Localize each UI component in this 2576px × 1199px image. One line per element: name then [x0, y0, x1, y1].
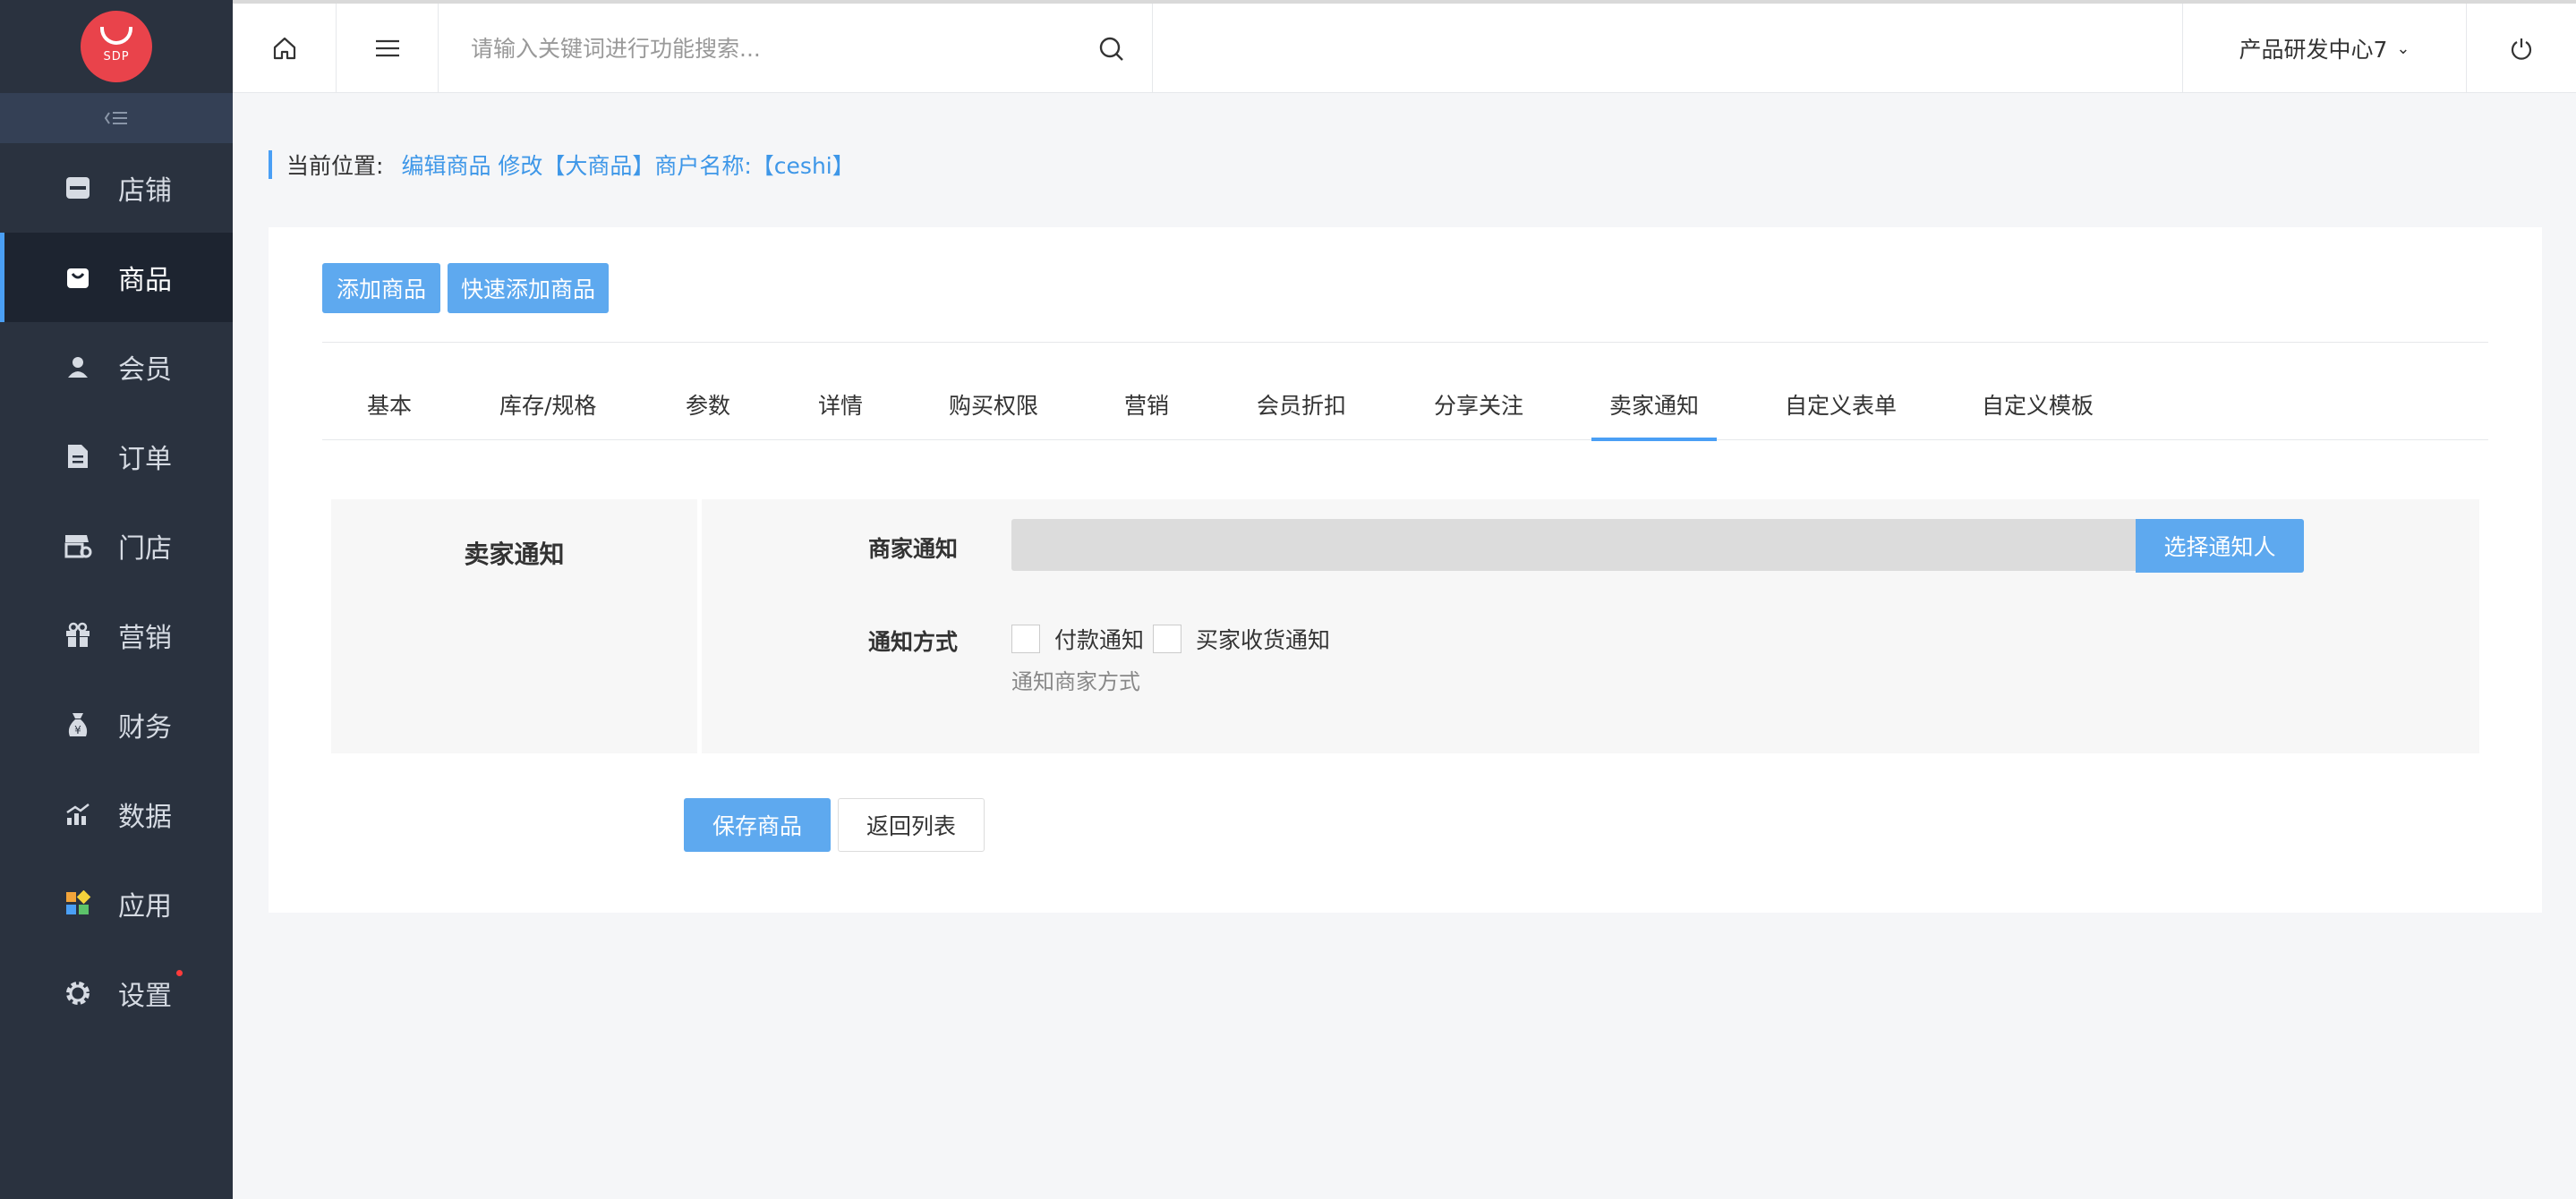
tab-purchase-permission[interactable]: 购买权限 [949, 385, 1038, 440]
document-icon [63, 441, 93, 472]
notify-method-hint: 通知商家方式 [1011, 669, 1140, 694]
section-title-text: 卖家通知 [464, 540, 565, 569]
sidebar: SDP 店铺 商品 会员 订单 门店 营销 ¥ 财务 数据 应用 设置 [0, 0, 233, 1199]
payment-notify-label[interactable]: 付款通知 [1054, 623, 1144, 655]
chart-icon [63, 799, 93, 829]
receipt-notify-checkbox[interactable] [1153, 625, 1182, 653]
sidebar-item-orders[interactable]: 订单 [0, 412, 233, 501]
sidebar-item-products[interactable]: 商品 [0, 233, 233, 322]
logo-area: SDP [0, 0, 233, 93]
sidebar-item-label: 会员 [118, 354, 172, 386]
merchant-notify-label: 商家通知 [867, 536, 958, 562]
breadcrumb-label: 当前位置: [286, 153, 384, 179]
search-input[interactable] [471, 35, 1079, 62]
add-product-button[interactable]: 添加商品 [322, 263, 440, 313]
sidebar-item-members[interactable]: 会员 [0, 322, 233, 412]
sidebar-item-stores[interactable]: 门店 [0, 501, 233, 591]
sidebar-item-store[interactable]: 店铺 [0, 143, 233, 233]
sidebar-item-label: 设置 [118, 970, 183, 1013]
save-product-button[interactable]: 保存商品 [684, 798, 831, 852]
sidebar-item-label: 门店 [118, 533, 172, 565]
money-bag-icon: ¥ [63, 710, 93, 740]
home-icon [273, 37, 295, 60]
bag-icon [63, 262, 93, 293]
seller-notify-form: 卖家通知 商家通知 选择通知人 通知方式 付款通知 买家收货通知 通知商家方式 [331, 499, 2479, 753]
sidebar-item-label: 营销 [118, 623, 172, 654]
power-icon [2511, 38, 2532, 60]
main-panel: 添加商品 快速添加商品 基本 库存/规格 参数 详情 购买权限 营销 会员折扣 … [269, 227, 2542, 913]
receipt-notify-label[interactable]: 买家收货通知 [1196, 623, 1330, 655]
org-switcher[interactable]: 产品研发中心7 ⌄ [2182, 4, 2467, 93]
apps-icon [63, 889, 93, 919]
sidebar-item-data[interactable]: 数据 [0, 770, 233, 859]
collapse-left-icon [104, 112, 127, 124]
payment-notify-checkbox[interactable] [1011, 625, 1040, 653]
notification-dot [176, 970, 183, 976]
tab-custom-template[interactable]: 自定义模板 [1982, 385, 2094, 440]
tab-params[interactable]: 参数 [686, 385, 730, 440]
select-recipient-button[interactable]: 选择通知人 [2136, 519, 2304, 573]
store-icon [63, 173, 93, 203]
breadcrumb-path[interactable]: 编辑商品 修改【大商品】商户名称:【ceshi】 [401, 149, 854, 181]
home-button[interactable] [233, 4, 337, 93]
sidebar-item-label: 订单 [118, 444, 172, 475]
sidebar-item-settings[interactable]: 设置 [0, 948, 233, 1038]
menu-button[interactable] [337, 4, 439, 93]
breadcrumb: 当前位置: 编辑商品 修改【大商品】商户名称:【ceshi】 [269, 150, 855, 179]
brand-logo[interactable]: SDP [81, 11, 152, 82]
quick-add-product-button[interactable]: 快速添加商品 [448, 263, 609, 313]
product-tabs: 基本 库存/规格 参数 详情 购买权限 营销 会员折扣 分享关注 卖家通知 自定… [322, 385, 2488, 441]
sidebar-item-label: 商品 [118, 265, 172, 296]
search-icon [1099, 37, 1123, 61]
sidebar-item-apps[interactable]: 应用 [0, 859, 233, 948]
notify-recipients-field[interactable] [1011, 519, 2136, 571]
search-area [439, 4, 1153, 93]
tab-share-follow[interactable]: 分享关注 [1434, 385, 1523, 440]
tab-custom-form[interactable]: 自定义表单 [1785, 385, 1897, 440]
tab-details[interactable]: 详情 [818, 385, 863, 440]
notify-method-options: 付款通知 买家收货通知 [1011, 623, 1339, 655]
org-name: 产品研发中心7 [2239, 37, 2388, 63]
gift-icon [63, 620, 93, 651]
shop-settings-icon [63, 531, 93, 561]
tab-stock-spec[interactable]: 库存/规格 [499, 385, 596, 440]
search-button[interactable] [1098, 36, 1125, 66]
gear-icon [63, 978, 93, 1008]
tab-marketing[interactable]: 营销 [1124, 385, 1169, 440]
topbar: 产品研发中心7 ⌄ [233, 0, 2576, 93]
settings-label-text: 设置 [118, 981, 172, 1012]
tab-member-discount[interactable]: 会员折扣 [1257, 385, 1346, 440]
section-title: 卖家通知 [331, 499, 702, 753]
chevron-down-icon: ⌄ [2396, 38, 2410, 58]
sidebar-item-marketing[interactable]: 营销 [0, 591, 233, 680]
sidebar-item-label: 应用 [118, 891, 172, 923]
user-icon [63, 352, 93, 382]
divider [322, 342, 2488, 343]
sidebar-item-label: 数据 [118, 802, 172, 833]
back-to-list-button[interactable]: 返回列表 [838, 798, 985, 852]
logout-button[interactable] [2467, 4, 2576, 93]
sidebar-item-finance[interactable]: ¥ 财务 [0, 680, 233, 770]
tab-basic[interactable]: 基本 [367, 385, 412, 440]
notify-method-label: 通知方式 [867, 629, 958, 655]
sidebar-collapse-button[interactable] [0, 93, 233, 143]
hamburger-menu-icon [375, 39, 399, 57]
sidebar-item-label: 财务 [118, 712, 172, 744]
logo-text: SDP [103, 49, 130, 64]
sidebar-item-label: 店铺 [118, 175, 172, 207]
tab-seller-notify[interactable]: 卖家通知 [1591, 385, 1718, 441]
logo-smile-icon [100, 26, 132, 45]
svg-text:¥: ¥ [74, 724, 81, 736]
